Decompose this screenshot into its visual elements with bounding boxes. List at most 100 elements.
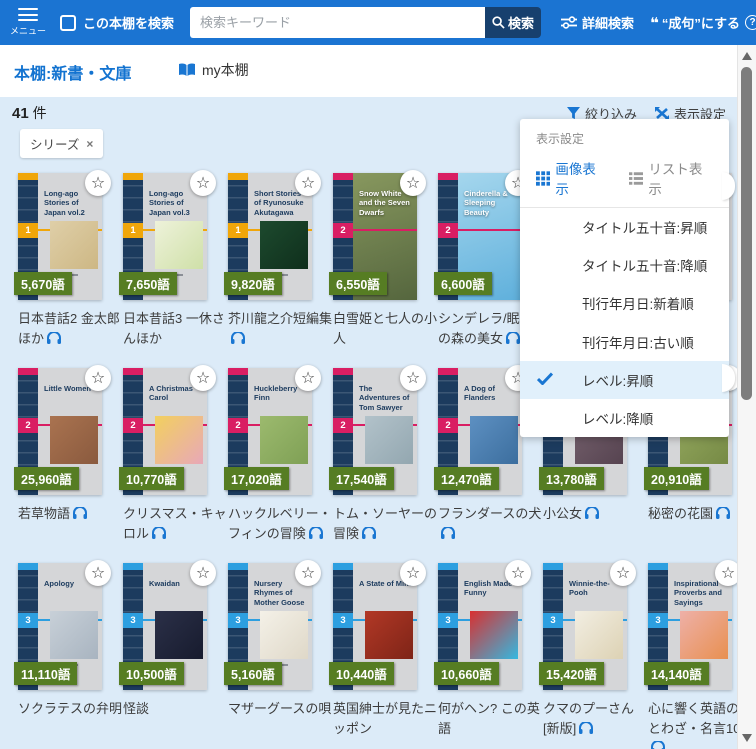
word-count-badge: 5,670語 xyxy=(14,272,72,295)
level-badge: 1 xyxy=(123,223,143,238)
image-view-option[interactable]: 画像表示 xyxy=(536,158,607,198)
book-title-link[interactable]: 日本昔話3 一休さんほか xyxy=(123,309,227,348)
book-cover[interactable]: 3Kwaidan10,500語☆ xyxy=(123,563,207,690)
sliders-icon xyxy=(561,16,577,29)
word-count-badge: 13,780語 xyxy=(539,467,604,490)
book-cover[interactable]: 3Nursery Rhymes of Mother Goose5,160語☆ xyxy=(228,563,312,690)
favorite-star-button[interactable]: ☆ xyxy=(190,365,216,391)
favorite-star-button[interactable]: ☆ xyxy=(85,560,111,586)
sort-option[interactable]: タイトル五十音:降順 xyxy=(520,246,729,284)
chip-remove-icon[interactable]: × xyxy=(86,137,93,151)
scrollbar[interactable] xyxy=(737,45,756,749)
book-title-link[interactable]: 芥川龍之介短編集 xyxy=(228,309,332,348)
book-card: 2Little Women25,960語☆若草物語 xyxy=(18,368,102,563)
book-cover[interactable]: 3English Made Funny10,660語☆ xyxy=(438,563,522,690)
word-count-badge: 10,500語 xyxy=(119,662,184,685)
scroll-down-arrow[interactable] xyxy=(742,734,752,742)
audio-icon xyxy=(152,527,166,539)
search-button[interactable]: 検索 xyxy=(485,7,541,38)
sort-option[interactable]: タイトル五十音:昇順 xyxy=(520,208,729,246)
favorite-star-button[interactable]: ☆ xyxy=(610,560,636,586)
book-title: 白雪姫と七人の小人 xyxy=(333,311,437,346)
quote-icon: ❝ xyxy=(650,14,657,32)
book-title-link[interactable]: クリスマス・キャロル xyxy=(123,504,227,543)
book-title-link[interactable]: ソクラテスの弁明 xyxy=(18,699,122,719)
cover-illustration xyxy=(575,611,623,659)
word-count-badge: 10,440語 xyxy=(329,662,394,685)
spine-top-band xyxy=(543,563,563,570)
book-title-link[interactable]: 英国紳士が見たニッポン xyxy=(333,699,437,738)
tab-my-shelf-label: my本棚 xyxy=(202,60,249,80)
favorite-star-button[interactable]: ☆ xyxy=(85,365,111,391)
favorite-star-button[interactable]: ☆ xyxy=(190,560,216,586)
book-cover[interactable]: 3Inspirational Proverbs and Sayings14,14… xyxy=(648,563,732,690)
book-cover[interactable]: 3Apology11,110語☆ xyxy=(18,563,102,690)
favorite-star-button[interactable]: ☆ xyxy=(295,560,321,586)
scrollbar-thumb[interactable] xyxy=(741,67,752,400)
favorite-star-button[interactable]: ☆ xyxy=(400,170,426,196)
audio-icon xyxy=(47,332,61,344)
book-title-link[interactable]: マザーグースの唄 xyxy=(228,699,332,719)
sort-option[interactable]: 刊行年月日:新着順 xyxy=(520,284,729,322)
book-title-link[interactable]: トム・ソーヤーの冒険 xyxy=(333,504,437,543)
book-title: マザーグースの唄 xyxy=(228,701,331,716)
book-title-link[interactable]: 日本昔話2 金太郎ほか xyxy=(18,309,122,348)
book-card: 1Short Stories of Ryunosuke Akutagawa9,8… xyxy=(228,173,312,368)
favorite-star-button[interactable]: ☆ xyxy=(295,170,321,196)
word-count-badge: 10,770語 xyxy=(119,467,184,490)
book-title-link[interactable]: 怪談 xyxy=(123,699,227,719)
phrase-toggle-button[interactable]: ❝ “成句”にする ? xyxy=(650,13,756,32)
book-cover[interactable]: 2Huckleberry Finn17,020語☆ xyxy=(228,368,312,495)
advanced-search-button[interactable]: 詳細検索 xyxy=(561,13,634,32)
book-cover[interactable]: 1Long-ago Stories of Japan vol.37,650語☆ xyxy=(123,173,207,300)
book-cover[interactable]: 1Short Stories of Ryunosuke Akutagawa9,8… xyxy=(228,173,312,300)
list-view-option[interactable]: リスト表示 xyxy=(629,158,713,198)
word-count-badge: 15,420語 xyxy=(539,662,604,685)
favorite-star-button[interactable]: ☆ xyxy=(400,560,426,586)
book-cover[interactable]: 2Cinderella & Sleeping Beauty6,600語☆ xyxy=(438,173,522,300)
book-title: 日本昔話2 金太郎ほか xyxy=(18,311,120,346)
side-handle[interactable] xyxy=(722,172,735,200)
book-title-link[interactable]: 何がヘン? この英語 xyxy=(438,699,542,738)
favorite-star-button[interactable]: ☆ xyxy=(190,170,216,196)
book-cover[interactable]: 2Snow White and the Seven Dwarfs6,550語☆ xyxy=(333,173,417,300)
level-badge: 3 xyxy=(438,613,458,628)
book-title-link[interactable]: クマのプーさん[新版] xyxy=(543,699,647,738)
chip-label: シリーズ xyxy=(30,134,79,153)
search-scope-toggle[interactable]: この本棚を検索 xyxy=(60,13,174,32)
book-title-link[interactable]: 白雪姫と七人の小人 xyxy=(333,309,437,348)
book-cover[interactable]: 3A State of Mind10,440語☆ xyxy=(333,563,417,690)
search-input[interactable] xyxy=(190,7,485,38)
menu-button[interactable]: メニュー xyxy=(10,8,46,37)
favorite-star-button[interactable]: ☆ xyxy=(400,365,426,391)
sort-option[interactable]: レベル:昇順 xyxy=(520,361,729,399)
sort-option[interactable]: レベル:降順 xyxy=(520,399,729,437)
cover-illustration xyxy=(260,416,308,464)
scope-checkbox[interactable] xyxy=(60,15,76,31)
favorite-star-button[interactable]: ☆ xyxy=(85,170,111,196)
book-cover[interactable]: 2A Christmas Carol10,770語☆ xyxy=(123,368,207,495)
book-title-link[interactable]: ハックルベリー・フィンの冒険 xyxy=(228,504,332,543)
audio-icon xyxy=(231,332,245,344)
sort-option[interactable]: 刊行年月日:古い順 xyxy=(520,323,729,361)
favorite-star-button[interactable]: ☆ xyxy=(505,560,531,586)
book-card: 2The Adventures of Tom Sawyer17,540語☆トム・… xyxy=(333,368,417,563)
book-title-link[interactable]: 小公女 xyxy=(543,504,647,524)
help-icon[interactable]: ? xyxy=(745,15,756,30)
book-cover[interactable]: 1Long-ago Stories of Japan vol.25,670語☆ xyxy=(18,173,102,300)
book-title-link[interactable]: 若草物語 xyxy=(18,504,122,524)
book-cover[interactable]: 2A Dog of Flanders12,470語☆ xyxy=(438,368,522,495)
audio-icon xyxy=(585,507,599,519)
scroll-up-arrow[interactable] xyxy=(742,52,752,60)
scope-label: この本棚を検索 xyxy=(83,13,174,32)
tab-my-shelf[interactable]: my本棚 xyxy=(178,60,249,80)
favorite-star-button[interactable]: ☆ xyxy=(295,365,321,391)
book-cover[interactable]: 3Winnie-the-Pooh15,420語☆ xyxy=(543,563,627,690)
book-title: トム・ソーヤーの冒険 xyxy=(333,506,437,541)
book-cover[interactable]: 2Little Women25,960語☆ xyxy=(18,368,102,495)
book-cover[interactable]: 2The Adventures of Tom Sawyer17,540語☆ xyxy=(333,368,417,495)
book-title-link[interactable]: フランダースの犬 xyxy=(438,504,542,543)
grid-view-icon xyxy=(536,171,550,186)
filter-chip-series[interactable]: シリーズ × xyxy=(20,129,103,158)
cover-illustration xyxy=(680,611,728,659)
